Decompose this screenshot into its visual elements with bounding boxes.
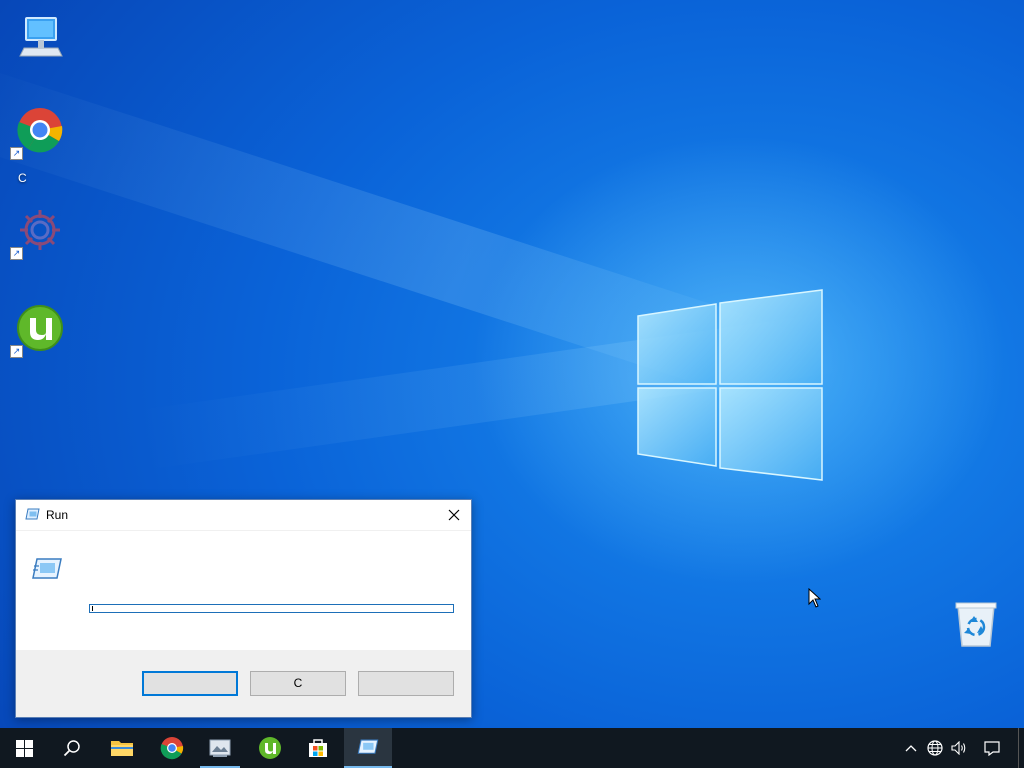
volume-icon [951,741,966,755]
this-pc-icon[interactable] [8,2,72,66]
dialog-title: Run [46,508,69,522]
utorrent-icon [17,305,63,351]
dialog-titlebar[interactable]: Run [16,500,471,531]
file-explorer-icon [111,741,133,756]
cancel-button[interactable]: C [250,671,346,696]
taskbar-run[interactable] [344,728,392,768]
show-desktop-divider[interactable] [1018,728,1019,768]
notification-icon [984,740,1000,756]
chrome-icon [160,737,184,760]
start-button[interactable] [0,728,48,768]
start-icon [15,739,33,757]
text-caret [92,606,93,611]
taskbar-media-app[interactable] [196,728,244,768]
taskbar-utorrent[interactable] [246,728,294,768]
network-button[interactable] [924,728,946,768]
windows-logo [637,289,823,481]
media-app-icon [209,739,231,757]
run-icon [25,508,40,520]
chevron-up-icon [905,745,917,752]
utorrent-desktop-icon[interactable]: ↗ [8,296,72,360]
taskbar-store[interactable] [294,728,342,768]
recycle-bin-icon-graphic [955,602,997,647]
taskbar [0,728,1024,768]
gear-pattern-icon [20,210,60,250]
taskbar-chrome[interactable] [148,728,196,768]
mouse-cursor-icon [808,588,821,608]
open-input[interactable] [89,604,454,613]
desktop-icon-label: C [18,171,27,185]
utorrent-icon [259,737,281,759]
run-icon [357,739,379,754]
ok-button[interactable] [142,671,238,696]
run-large-icon [32,558,62,579]
search-icon [63,740,80,757]
shortcut-arrow-icon: ↗ [10,147,23,160]
search-button[interactable] [48,728,96,768]
monitor-icon [19,17,63,57]
action-center-button[interactable] [978,728,1006,768]
store-icon [309,739,327,757]
show-hidden-icons-button[interactable] [900,728,922,768]
chrome-desktop-icon[interactable]: ↗ [8,98,72,162]
shortcut-arrow-icon: ↗ [10,247,23,260]
taskbar-file-explorer[interactable] [98,728,146,768]
recycle-bin-icon[interactable] [948,596,1004,652]
run-dialog: Run C [15,499,472,718]
dialog-footer: C [16,650,471,717]
close-icon [448,509,460,521]
chrome-icon [17,108,63,153]
shortcut-arrow-icon: ↗ [10,345,23,358]
network-icon [927,740,943,756]
volume-button[interactable] [948,728,970,768]
app-desktop-icon[interactable]: ↗ [8,198,72,262]
close-button[interactable] [437,500,471,530]
browse-button[interactable] [358,671,454,696]
